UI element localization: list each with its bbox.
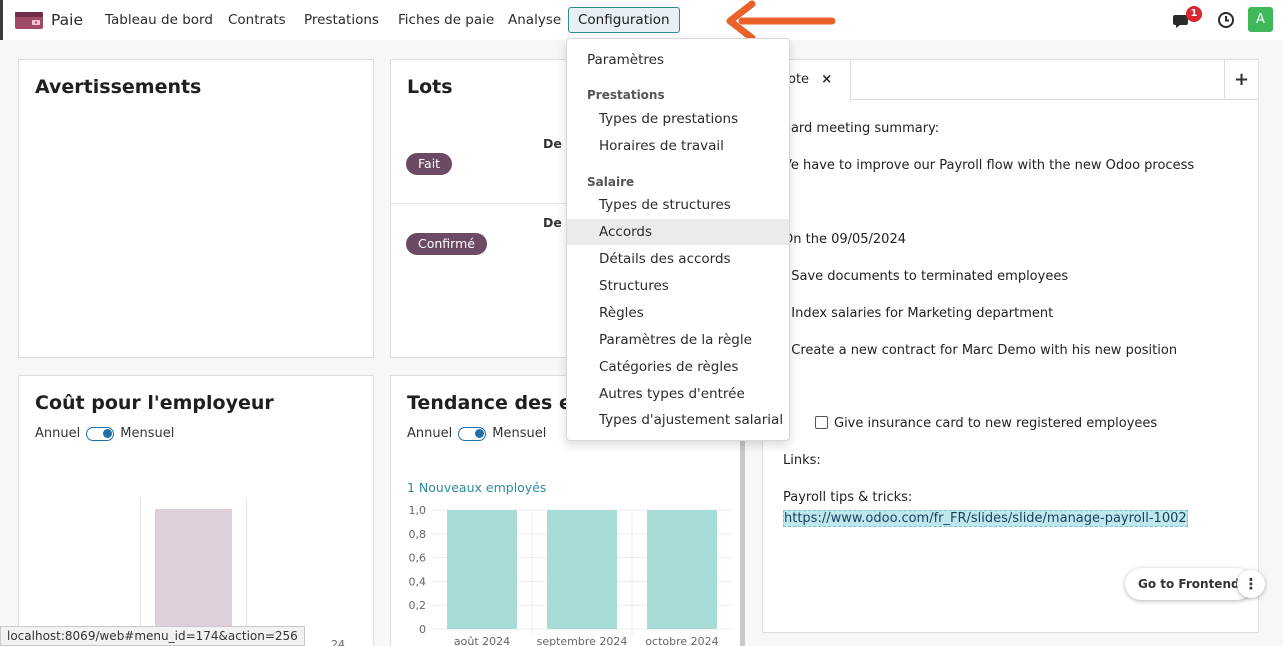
note-tab-label: ote <box>788 72 810 87</box>
y-tick-label: 0,8 <box>409 528 427 541</box>
menu-item-settings[interactable]: Paramètres <box>567 47 789 73</box>
period-toggle[interactable]: Annuel Mensuel <box>407 426 546 441</box>
nav-contracts[interactable]: Contrats <box>228 0 286 40</box>
cost-tick-label: 24 <box>331 638 345 646</box>
y-tick-label: 0,6 <box>409 552 427 565</box>
employer-cost-card: Coût pour l'employeur Annuel Mensuel 24 <box>18 375 374 646</box>
checklist-item[interactable]: Give insurance card to new registered em… <box>815 416 1157 431</box>
menu-item-other-input-types[interactable]: Autres types d'entrée <box>567 381 789 407</box>
note-text-line[interactable]: . Index salaries for Marketing departmen… <box>783 306 1053 321</box>
period-switch[interactable] <box>458 426 487 441</box>
link-url[interactable]: https://www.odoo.com/fr_FR/slides/slide/… <box>783 510 1188 527</box>
gridline <box>140 498 141 646</box>
toggle-monthly-label: Mensuel <box>120 426 175 441</box>
configuration-dropdown: Paramètres Prestations Types de prestati… <box>566 38 790 441</box>
note-text-line[interactable]: . Save documents to terminated employees <box>783 269 1068 284</box>
y-tick-label: 0,2 <box>409 599 427 612</box>
menu-item-attendance-types[interactable]: Types de prestations <box>567 106 789 132</box>
y-tick-label: 0 <box>419 623 426 636</box>
app-name[interactable]: Paie <box>51 0 83 40</box>
menu-item-working-schedules[interactable]: Horaires de travail <box>567 133 789 159</box>
checkbox[interactable] <box>815 416 828 429</box>
menu-item-salary-adjustment-types[interactable]: Types d'ajustement salarial <box>567 407 789 433</box>
y-tick-label: 1,0 <box>409 504 427 517</box>
payroll-tips-link[interactable]: https://www.odoo.com/fr_FR/slides/slide/… <box>783 510 1188 527</box>
menu-item-rules[interactable]: Règles <box>567 300 789 326</box>
note-text-line[interactable]: On the 09/05/2024 <box>783 232 906 247</box>
note-text-line[interactable]: . Create a new contract for Marc Demo wi… <box>783 343 1177 358</box>
x-tick-label: septembre 2024 <box>537 635 628 646</box>
chart-bar[interactable] <box>447 510 517 629</box>
menu-item-rule-parameters[interactable]: Paramètres de la règle <box>567 327 789 353</box>
toggle-annual-label: Annuel <box>407 426 453 441</box>
y-tick-label: 0,4 <box>409 575 427 588</box>
warnings-card: Avertissements <box>18 59 374 358</box>
toggle-annual-label: Annuel <box>35 426 81 441</box>
nav-attendances[interactable]: Prestations <box>304 0 379 40</box>
period-toggle[interactable]: Annuel Mensuel <box>35 426 174 441</box>
tips-label: Payroll tips & tricks: <box>783 490 913 505</box>
user-avatar[interactable]: A <box>1248 7 1273 32</box>
employee-trend-title: Tendance des em <box>407 392 592 414</box>
links-heading: Links: <box>783 453 821 468</box>
warnings-title: Avertissements <box>35 76 202 98</box>
nav-payslips[interactable]: Fiches de paie <box>398 0 494 40</box>
gridline <box>246 498 247 646</box>
payroll-app-icon[interactable] <box>15 12 43 29</box>
add-note-icon[interactable]: + <box>1224 60 1258 100</box>
menu-item-rule-categories[interactable]: Catégories de règles <box>567 354 789 380</box>
batches-title: Lots <box>407 76 453 98</box>
more-options-icon[interactable]: ⋮ <box>1237 570 1265 598</box>
status-bar-url: localhost:8069/web#menu_id=174&action=25… <box>0 626 305 646</box>
top-navbar: Paie Tableau de bord Contrats Prestation… <box>0 0 1283 40</box>
chart-bar[interactable] <box>647 510 717 629</box>
chart-bar[interactable] <box>547 510 617 629</box>
x-tick-label: août 2024 <box>454 635 510 646</box>
toggle-monthly-label: Mensuel <box>492 426 547 441</box>
period-switch[interactable] <box>86 426 115 441</box>
checklist-label: Give insurance card to new registered em… <box>834 416 1158 431</box>
employer-cost-title: Coût pour l'employeur <box>35 392 274 414</box>
nav-dashboard[interactable]: Tableau de bord <box>105 0 213 40</box>
menu-item-structure-types[interactable]: Types de structures <box>567 192 789 218</box>
menu-item-agreement-details[interactable]: Détails des accords <box>567 246 789 272</box>
notification-badge: 1 <box>1186 6 1202 22</box>
note-text-line[interactable]: oard meeting summary: <box>783 121 939 136</box>
nav-configuration[interactable]: Configuration <box>568 7 680 33</box>
note-text-line[interactable]: Ve have to improve our Payroll flow with… <box>783 158 1194 173</box>
new-employees-chart: 1,0 0,8 0,6 0,4 0,2 0 août 2024 septembre 2024 o… <box>409 504 732 646</box>
menu-item-agreements[interactable]: Accords <box>567 219 789 245</box>
note-tab-bar: ote × + <box>763 60 1258 101</box>
status-badge[interactable]: Fait <box>406 153 453 175</box>
menu-item-structures[interactable]: Structures <box>567 273 789 299</box>
menu-section-header: Prestations <box>587 88 665 102</box>
close-icon[interactable]: × <box>821 72 832 87</box>
menu-section-header: Salaire <box>587 175 635 189</box>
clock-icon[interactable] <box>1215 9 1237 31</box>
nav-reporting[interactable]: Analyse <box>508 0 561 40</box>
go-to-frontend-button[interactable]: Go to Frontend <box>1125 568 1253 600</box>
x-tick-label: octobre 2024 <box>645 635 718 646</box>
status-badge[interactable]: Confirmé <box>406 233 487 255</box>
note-panel: ote × + oard meeting summary: Ve have to… <box>762 59 1259 633</box>
chart-legend[interactable]: 1 Nouveaux employés <box>407 480 546 495</box>
